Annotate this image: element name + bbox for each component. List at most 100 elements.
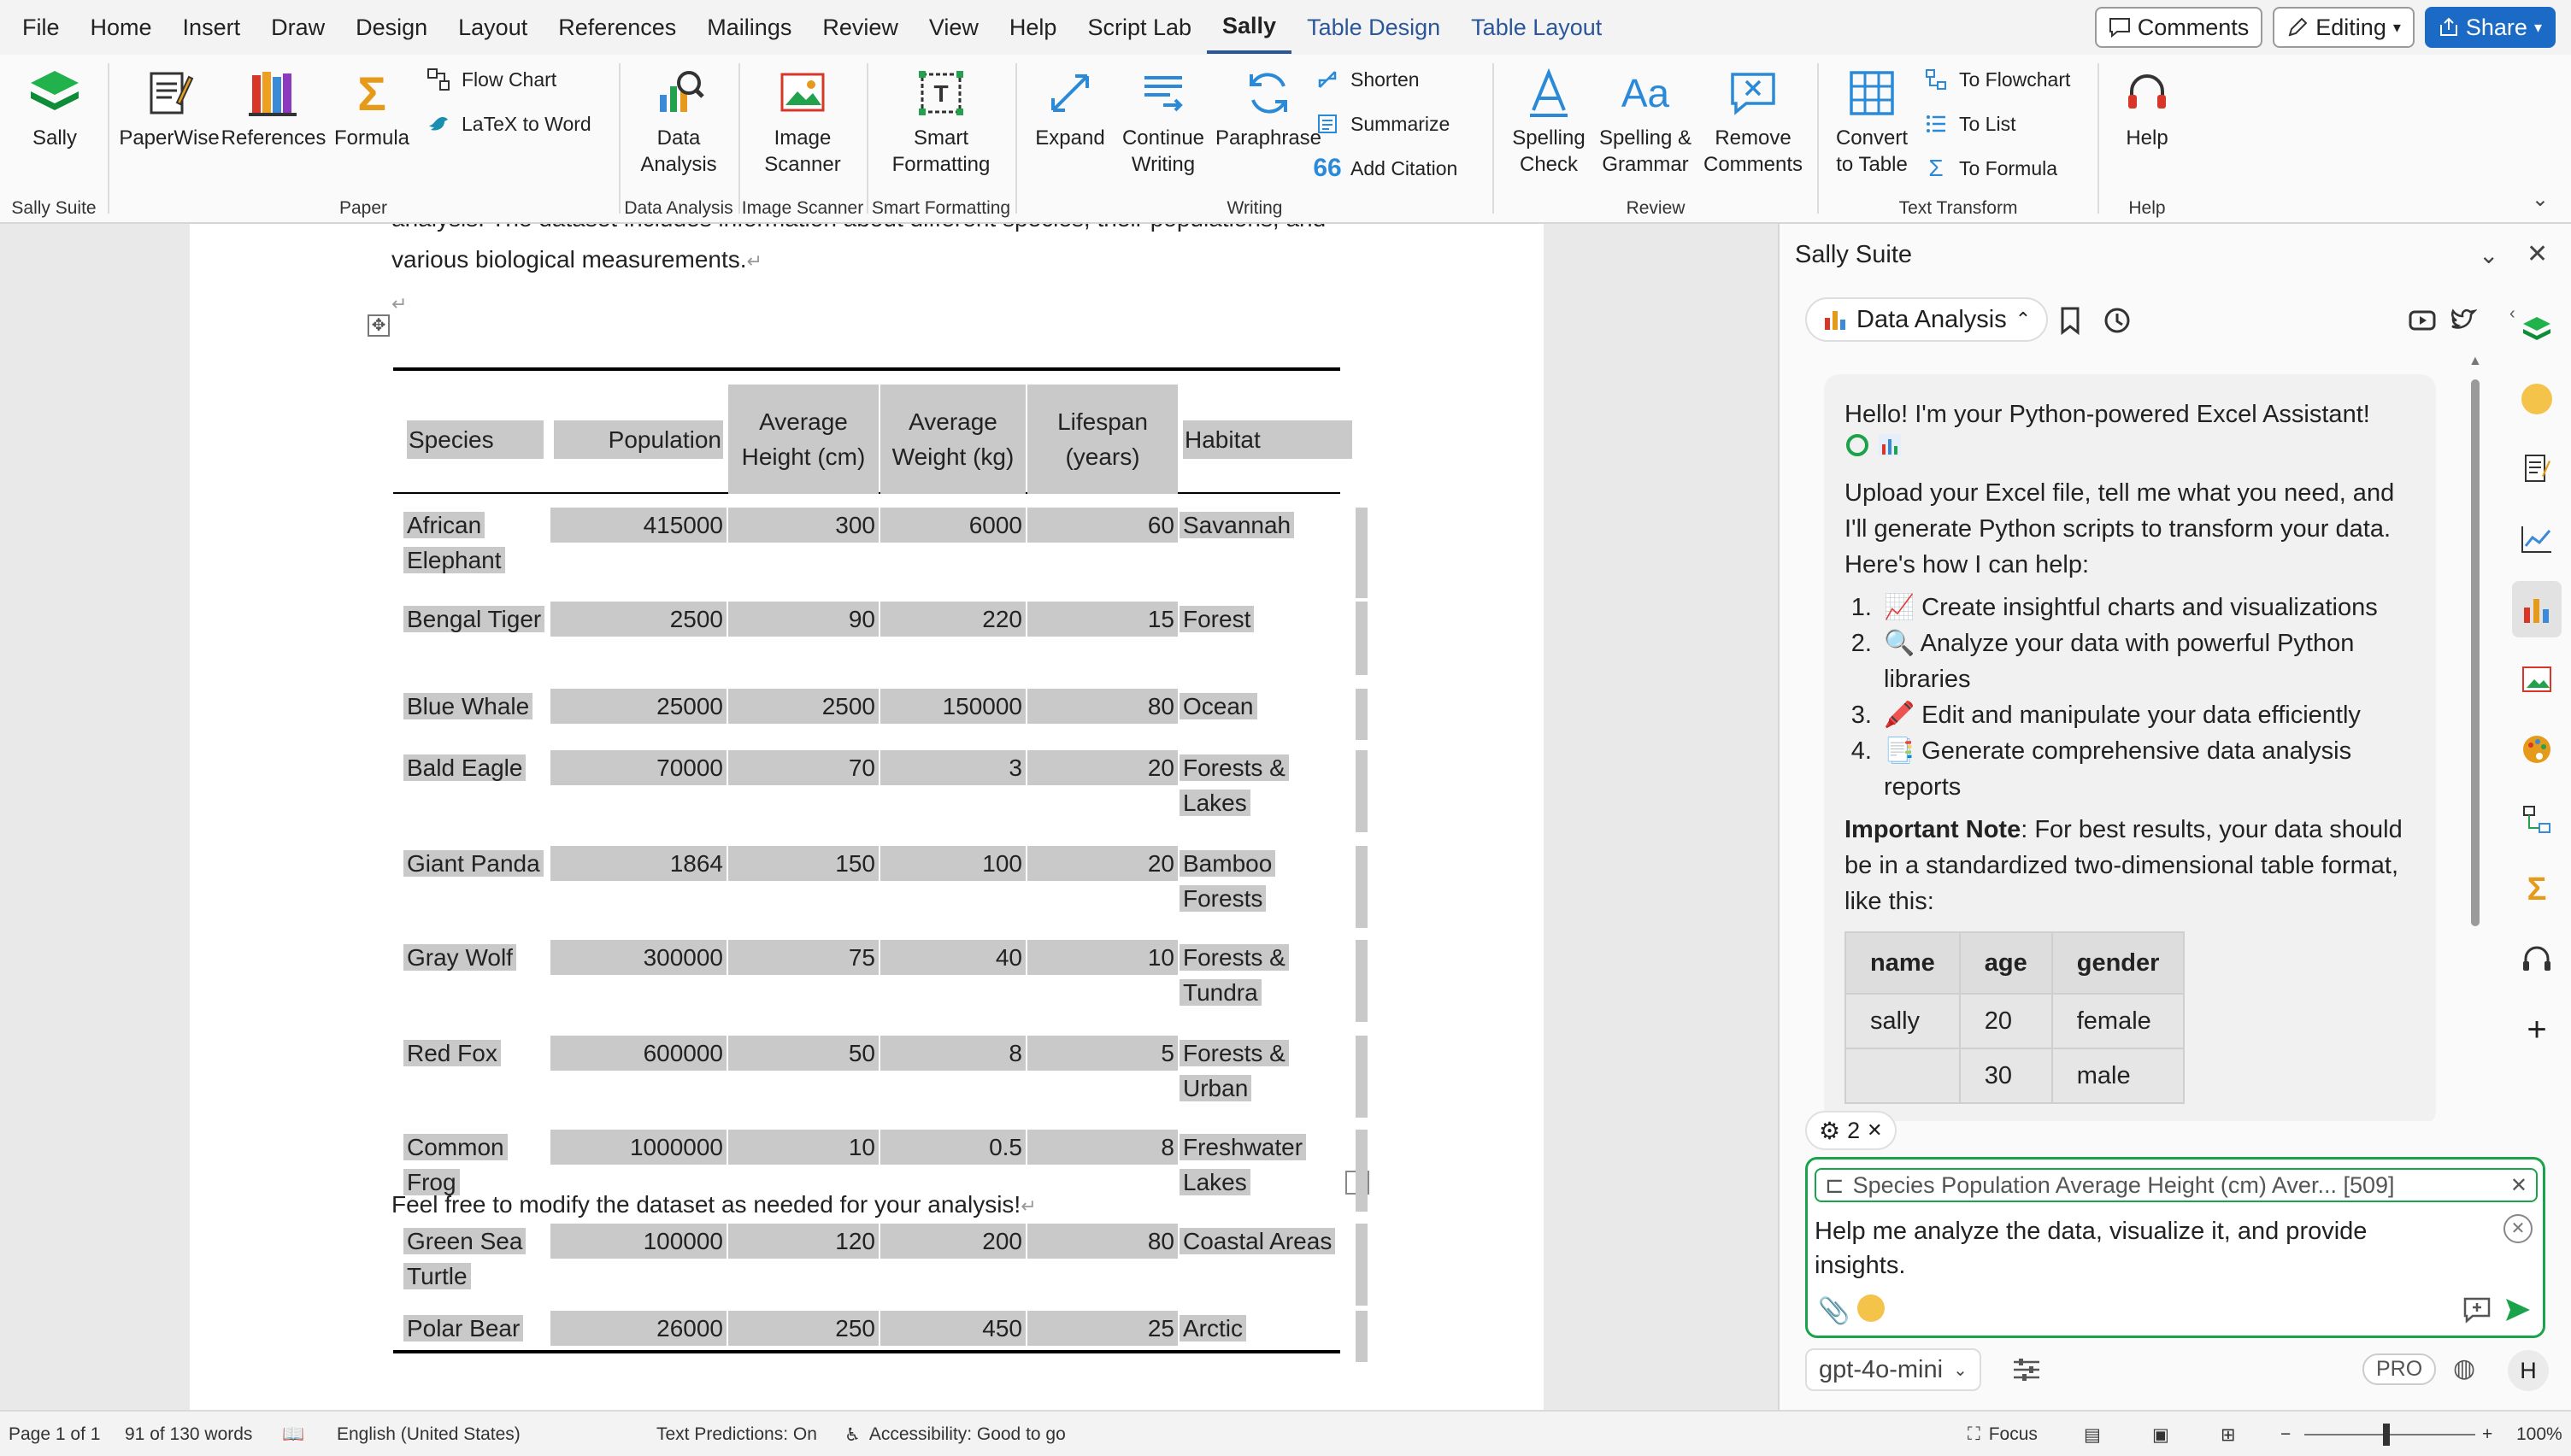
pane-close-icon[interactable]: ✕ (2527, 239, 2548, 269)
comments-button[interactable]: Comments (2094, 7, 2263, 48)
image-scanner-icon[interactable] (2512, 651, 2562, 707)
table-cell[interactable]: Bamboo Forests (1180, 846, 1356, 916)
table-cell[interactable]: 20 (1027, 846, 1178, 881)
references-button[interactable]: References (221, 63, 326, 151)
table-cell[interactable]: 80 (1027, 1224, 1178, 1259)
menu-view[interactable]: View (914, 0, 994, 55)
menu-insert[interactable]: Insert (168, 0, 256, 55)
zoom-in-icon[interactable]: + (2482, 1412, 2492, 1456)
table-cell[interactable]: 80 (1027, 689, 1178, 724)
history-icon[interactable] (2103, 306, 2132, 335)
data-analysis-tab[interactable]: Data Analysis ⌃ (1805, 297, 2049, 342)
table-cell[interactable]: 100000 (550, 1224, 727, 1259)
page-count[interactable]: Page 1 of 1 (9, 1412, 100, 1456)
remove-comments-button[interactable]: Remove Comments (1697, 63, 1809, 178)
image-scanner-button[interactable]: Image Scanner (752, 63, 853, 178)
table-cell[interactable]: 600000 (550, 1036, 727, 1071)
scroll-thumb[interactable] (2471, 379, 2480, 926)
language[interactable]: English (United States) (337, 1412, 521, 1456)
table-cell[interactable]: 25 (1027, 1311, 1178, 1346)
menu-review[interactable]: Review (807, 0, 914, 55)
table-cell[interactable]: 250 (728, 1311, 879, 1346)
table-cell[interactable]: 415000 (550, 508, 727, 543)
paperwise-button[interactable]: PaperWise (118, 63, 221, 151)
table-row[interactable]: Bald Eagle 70000 70 3 20 Forests & Lakes (393, 750, 1368, 832)
palette-icon[interactable] (2512, 721, 2562, 778)
flowchart-icon[interactable] (2512, 791, 2562, 848)
table-cell[interactable]: Green Sea Turtle (403, 1224, 547, 1294)
menu-draw[interactable]: Draw (256, 0, 340, 55)
editing-button[interactable]: Editing ▾ (2273, 7, 2415, 48)
menu-home[interactable]: Home (75, 0, 168, 55)
ribbon-collapse-chevron-icon[interactable]: ⌄ (2532, 187, 2549, 212)
table-row[interactable]: Polar Bear 26000 250 450 25 Arctic (393, 1311, 1368, 1362)
table-cell[interactable]: Forest (1180, 602, 1356, 637)
add-icon[interactable]: + (2512, 1001, 2562, 1058)
table-cell[interactable]: 70 (728, 750, 879, 785)
summarize-button[interactable]: Summarize (1315, 111, 1450, 137)
table-cell[interactable]: Common Frog (403, 1130, 547, 1200)
zoom-level[interactable]: 100% (2516, 1412, 2562, 1456)
table-cell[interactable]: 220 (880, 602, 1026, 637)
to-formula-button[interactable]: Σ To Formula (1923, 155, 2057, 181)
table-cell[interactable]: 1000000 (550, 1130, 727, 1165)
accessibility-status[interactable]: ♿ Accessibility: Good to go (844, 1412, 1066, 1456)
proofing-book-icon[interactable]: 📖 (282, 1412, 304, 1456)
bar-chart-icon[interactable] (2512, 581, 2562, 637)
menu-script-lab[interactable]: Script Lab (1072, 0, 1207, 55)
menu-layout[interactable]: Layout (443, 0, 543, 55)
table-cell[interactable]: 150 (728, 846, 879, 881)
table-cell[interactable]: 120 (728, 1224, 879, 1259)
shorten-button[interactable]: Shorten (1315, 67, 1420, 92)
table-row[interactable]: African Elephant 415000 300 6000 60 Savannah (393, 508, 1368, 598)
table-cell[interactable]: Arctic (1180, 1311, 1356, 1346)
menu-references[interactable]: References (543, 0, 691, 55)
pane-collapse-chevron-icon[interactable]: ⌄ (2479, 241, 2498, 269)
flow-chart-button[interactable]: Flow Chart (426, 67, 556, 92)
table-row[interactable]: Common Frog 1000000 10 0.5 8 Freshwater Lakes (393, 1130, 1368, 1212)
emoji-avatar-icon[interactable] (1857, 1295, 1885, 1322)
table-cell[interactable]: 70000 (550, 750, 727, 785)
message-input[interactable]: Help me analyze the data, visualize it, … (1815, 1214, 2464, 1283)
table-cell[interactable]: 20 (1027, 750, 1178, 785)
table-cell[interactable]: 5 (1027, 1036, 1178, 1071)
scroll-up-icon[interactable]: ▲ (2468, 354, 2482, 369)
table-cell[interactable]: 1864 (550, 846, 727, 881)
table-row[interactable]: Giant Panda 1864 150 100 20 Bamboo Forests (393, 846, 1368, 928)
menu-design[interactable]: Design (340, 0, 443, 55)
table-cell[interactable]: Coastal Areas (1180, 1224, 1356, 1259)
text-predictions[interactable]: Text Predictions: On (656, 1412, 817, 1456)
help-button[interactable]: Help (2106, 63, 2188, 151)
pane-scrollbar[interactable]: ▲ ▼ (2467, 354, 2484, 1277)
menu-table-layout[interactable]: Table Layout (1456, 0, 1617, 55)
sigma-icon[interactable]: Σ (2512, 861, 2562, 918)
table-cell[interactable]: Giant Panda (403, 846, 547, 881)
table-cell[interactable]: Forests & Tundra (1180, 940, 1356, 1010)
model-selector[interactable]: gpt-4o-mini ⌄ (1805, 1348, 1981, 1391)
sally-button[interactable]: Sally (15, 63, 94, 151)
table-cell[interactable]: 8 (1027, 1130, 1178, 1165)
table-cell[interactable]: 15 (1027, 602, 1178, 637)
twitter-icon[interactable] (2450, 308, 2477, 333)
spelling-check-button[interactable]: Spelling Check (1501, 63, 1597, 178)
table-cell[interactable]: 25000 (550, 689, 727, 724)
add-citation-button[interactable]: 66 Add Citation (1313, 154, 1457, 182)
line-chart-icon[interactable] (2512, 511, 2562, 567)
table-row[interactable]: Green Sea Turtle 100000 120 200 80 Coastal Ar… (393, 1224, 1368, 1306)
table-cell[interactable]: 2500 (550, 602, 727, 637)
table-row[interactable]: Gray Wolf 300000 75 40 10 Forests & Tundra (393, 940, 1368, 1022)
latex-to-word-button[interactable]: LaTeX to Word (426, 111, 591, 137)
bookmark-icon[interactable] (2058, 306, 2082, 335)
table-cell[interactable]: 10 (728, 1130, 879, 1165)
settings-chip[interactable]: ⚙ 2 ✕ (1805, 1111, 1897, 1150)
web-layout-icon[interactable]: ⊞ (2221, 1412, 2236, 1456)
to-flowchart-button[interactable]: To Flowchart (1923, 67, 2070, 92)
table-cell[interactable]: Savannah (1180, 508, 1356, 543)
close-icon[interactable]: ✕ (1867, 1119, 1882, 1142)
table-cell[interactable]: 60 (1027, 508, 1178, 543)
table-cell[interactable]: Polar Bear (403, 1311, 547, 1346)
sidebar-toggle-icon[interactable]: ‹ (2509, 304, 2515, 324)
word-count[interactable]: 91 of 130 words (125, 1412, 252, 1456)
share-button[interactable]: Share ▾ (2424, 7, 2556, 48)
formula-button[interactable]: Σ Formula (325, 63, 419, 151)
